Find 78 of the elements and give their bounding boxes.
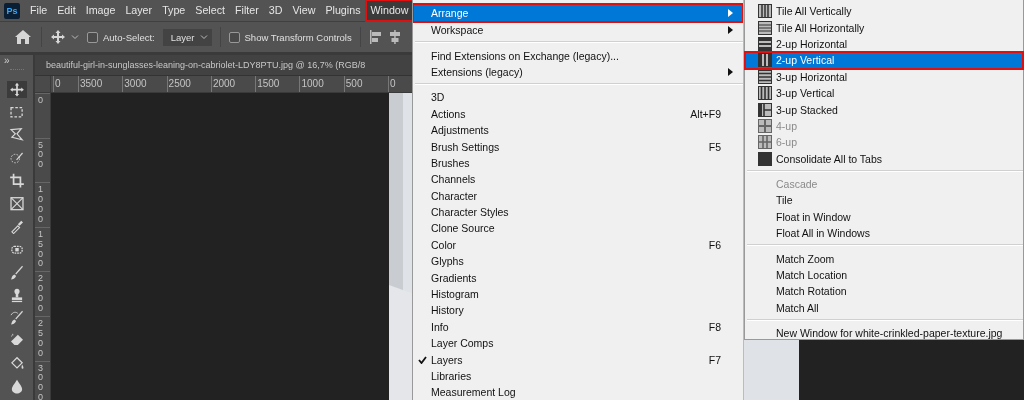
ruler-label: 2500 — [38, 318, 44, 359]
menu-item[interactable]: Match All — [745, 299, 1023, 317]
menu-item[interactable]: Character Styles — [413, 203, 743, 221]
ruler-label: 1000 — [38, 185, 44, 225]
menu-item[interactable]: Tile All Vertically — [745, 3, 1023, 20]
shortcut-text: F6 — [708, 238, 721, 251]
menu-item[interactable]: Color F6 — [413, 236, 743, 254]
shortcut-text: F7 — [708, 353, 721, 366]
ruler-label: 500 — [343, 76, 389, 92]
menu-item[interactable]: Match Location — [745, 266, 1023, 284]
ruler-label: 0 — [38, 96, 44, 106]
shortcut-text: F8 — [708, 320, 721, 333]
menu-item[interactable]: 3-up Stacked — [745, 101, 1023, 118]
menu-item[interactable]: 3D — [265, 1, 286, 20]
menu-item[interactable]: Brushes — [413, 154, 743, 172]
menu-item[interactable]: Histogram — [413, 285, 743, 303]
ruler-label: 500 — [38, 140, 44, 171]
menu-item[interactable]: Type — [159, 1, 189, 20]
menu-item[interactable]: Measurement Log — [413, 384, 743, 400]
menu-item[interactable]: Actions Alt+F9 — [413, 105, 743, 122]
menu-item[interactable]: New Window for white-crinkled-paper-texture.jpg — [745, 325, 1023, 342]
menu-item[interactable]: File — [27, 1, 51, 20]
checkbox-label: Auto-Select: — [103, 31, 155, 43]
collapse-icon[interactable]: » — [4, 56, 10, 66]
ruler-label: 3000 — [38, 363, 44, 400]
menu-item[interactable]: Tile — [745, 192, 1023, 209]
menu-item[interactable]: Channels — [413, 171, 743, 188]
menu-item[interactable]: Workspace — [413, 22, 743, 39]
ruler-label: 1500 — [255, 76, 300, 92]
menu-item[interactable]: Image — [82, 1, 119, 20]
menu-item[interactable]: Arrange — [413, 4, 743, 22]
menu-item[interactable]: Float All in Windows — [745, 225, 1023, 242]
ruler-label: 2000 — [38, 274, 44, 314]
menu-item[interactable]: 3D — [413, 89, 743, 106]
menu-item[interactable]: Clone Source — [413, 220, 743, 237]
menu-item[interactable]: Consolidate All to Tabs — [745, 150, 1023, 167]
menu-item: 6-up — [745, 134, 1023, 151]
menu-item[interactable]: Select — [192, 1, 228, 20]
menu-item[interactable]: Window — [367, 1, 412, 20]
menu-item[interactable]: Tile All Horizontally — [745, 19, 1023, 36]
menu-item[interactable]: 2-up Horizontal — [745, 35, 1023, 53]
menu-item: 4-up — [745, 117, 1023, 135]
checkbox-label: Show Transform Controls — [244, 31, 352, 43]
menu-item[interactable]: Match Rotation — [745, 283, 1023, 300]
menu-item[interactable]: 3-up Vertical — [745, 84, 1023, 102]
menu-item[interactable]: Glyphs — [413, 253, 743, 270]
menu-item[interactable]: Match Zoom — [745, 250, 1023, 267]
menu-item[interactable]: Find Extensions on Exchange (legacy)... — [413, 47, 743, 64]
menu-item[interactable]: View — [289, 1, 319, 20]
menu-item[interactable]: Float in Window — [745, 208, 1023, 226]
menu-item[interactable]: Adjustments — [413, 121, 743, 139]
shortcut-text: F5 — [708, 140, 721, 153]
menu-item[interactable]: Character — [413, 187, 743, 204]
menu-item[interactable]: History — [413, 302, 743, 319]
ruler-label: 1000 — [299, 76, 344, 92]
ruler-label: 2500 — [166, 76, 211, 92]
document-tab[interactable]: beautiful-girl-in-sunglasses-leaning-on-cabriolet-LDY8PTU.jpg @ 16,7% (RGB/8 — [35, 60, 366, 70]
shortcut-text: Alt+F9 — [690, 107, 721, 120]
menu-item[interactable]: Edit — [54, 1, 79, 20]
ruler-label: 3500 — [78, 76, 123, 92]
menu-item[interactable]: Info F8 — [413, 318, 743, 336]
menu-item[interactable]: Brush Settings F5 — [413, 138, 743, 155]
menu-item[interactable]: Gradients — [413, 269, 743, 286]
menu-item[interactable]: Layer Comps — [413, 335, 743, 352]
menu-item[interactable]: Libraries — [413, 367, 743, 385]
ruler-label: 2000 — [210, 76, 256, 92]
app-logo: Ps — [4, 2, 20, 19]
menu-item[interactable]: Layers F7 — [413, 351, 743, 368]
ruler-label: 0 — [53, 76, 78, 92]
menu-item[interactable]: Filter — [232, 1, 262, 20]
menu-item[interactable]: Plugins — [322, 1, 364, 20]
ruler-label: 1500 — [38, 229, 44, 270]
menu-item[interactable]: 3-up Horizontal — [745, 68, 1023, 85]
menu-item[interactable]: Layer — [122, 1, 156, 20]
ruler-label: 3000 — [122, 76, 167, 92]
menu-item[interactable]: 2-up Vertical — [745, 52, 1023, 69]
layer-dropdown[interactable]: Layer — [162, 28, 212, 46]
menu-item: Cascade — [775, 177, 819, 193]
